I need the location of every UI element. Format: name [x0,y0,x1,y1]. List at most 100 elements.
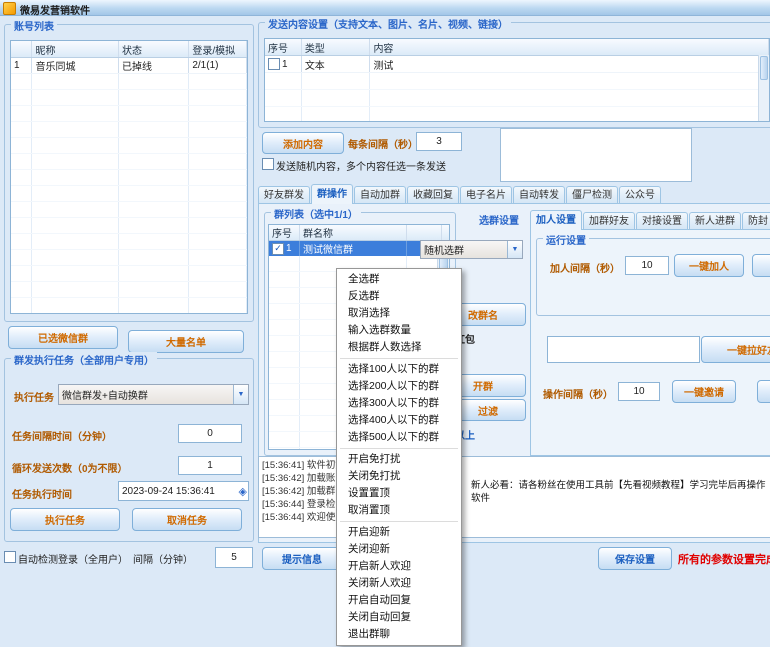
table-empty-cell [269,368,300,383]
menu-item[interactable]: 退出群聊 [338,626,460,643]
pull-friend-input[interactable] [547,336,700,363]
loop-count-input[interactable]: 1 [178,456,242,475]
group-seq-cell: 1 [269,241,300,256]
tab-main-1[interactable]: 群操作 [311,184,353,204]
table-empty-cell [32,202,119,217]
menu-item[interactable]: 输入选群数量 [338,322,460,339]
table-empty-row [11,202,247,218]
tab-main-4[interactable]: 电子名片 [460,186,512,204]
chevron-down-icon[interactable]: ▼ [507,241,522,258]
task-time-input[interactable]: 2023-09-24 15:36:41 ◈ [118,481,249,501]
table-empty-cell [32,282,119,297]
table-empty-cell [265,107,302,122]
menu-item[interactable]: 选择500人以下的群 [338,429,460,446]
scrollbar-thumb[interactable] [760,56,768,80]
cancel-task-button[interactable]: 取消任务 [132,508,242,531]
content-table[interactable]: 序号 类型 内容 1 文本 测试 [264,38,770,122]
datetime-spinner-icon[interactable]: ◈ [239,485,248,498]
op-interval-input[interactable]: 10 [618,382,660,401]
content-table-scrollbar[interactable] [758,55,769,121]
autodetect-interval-input[interactable]: 5 [215,547,253,568]
table-empty-cell [189,122,247,137]
menu-item[interactable]: 开启免打扰 [338,451,460,468]
save-settings-button[interactable]: 保存设置 [598,547,672,570]
content-seq: 1 [282,59,288,70]
chevron-down-icon[interactable]: ▼ [233,385,248,404]
menu-item[interactable]: 设置置顶 [338,485,460,502]
content-group-label: 发送内容设置（支持文本、图片、名片、视频、链接） [265,16,511,31]
account-table[interactable]: 昵称 状态 登录/模拟 1 音乐同城 已掉线 2/1(1) [10,40,248,314]
menu-item[interactable]: 全选群 [338,271,460,288]
op-interval-label: 操作间隔（秒） [543,386,613,401]
one-key-invite-button[interactable]: 一键邀请 [672,380,736,403]
group-row-checkbox[interactable] [272,243,284,255]
tab-main-2[interactable]: 自动加群 [354,186,406,204]
tab-main-3[interactable]: 收藏回复 [407,186,459,204]
col-status: 状态 [119,41,189,57]
tab-sub-0[interactable]: 加人设置 [530,210,582,230]
tip-info-button[interactable]: 提示信息 [262,547,342,570]
menu-item[interactable]: 关闭迎新 [338,541,460,558]
menu-item[interactable]: 取消选择 [338,305,460,322]
tab-main-5[interactable]: 自动转发 [513,186,565,204]
group-table-header: 序号 群名称 [269,225,449,241]
tab-sub-4[interactable]: 防封 [742,212,770,230]
one-key-add-button[interactable]: 一键加人 [674,254,744,277]
group-list-label: 群列表（选中1/1） [271,206,361,221]
col-nick: 昵称 [32,41,119,57]
random-content-checkbox[interactable] [262,158,274,170]
menu-item[interactable]: 关闭免打扰 [338,468,460,485]
menu-item[interactable]: 开启迎新 [338,524,460,541]
content-preview-box[interactable] [500,128,692,182]
log-box[interactable]: [15:36:41] 软件初始化完成[15:36:42] 加载账号成功[15:3… [258,456,770,538]
table-empty-cell [269,304,300,319]
table-empty-cell [189,154,247,169]
menu-item[interactable]: 开启自动回复 [338,592,460,609]
tab-sub-2[interactable]: 对接设置 [636,212,688,230]
content-row-checkbox[interactable] [268,58,280,70]
menu-item[interactable]: 选择200人以下的群 [338,378,460,395]
add-interval-input[interactable]: 10 [625,256,669,275]
stop-button[interactable]: 停止 [752,254,770,277]
menu-item[interactable]: 反选群 [338,288,460,305]
menu-item[interactable]: 选择100人以下的群 [338,361,460,378]
invite-button-2[interactable]: 邀请 [757,380,770,403]
menu-item[interactable]: 开启新人欢迎 [338,558,460,575]
table-empty-cell [189,218,247,233]
table-empty-row [11,186,247,202]
tab-sub-3[interactable]: 新人进群 [689,212,741,230]
table-empty-cell [189,266,247,281]
table-empty-cell [11,186,32,201]
autodetect-checkbox[interactable] [4,551,16,563]
account-table-header: 昵称 状态 登录/模拟 [11,41,247,58]
menu-item[interactable]: 选择300人以下的群 [338,395,460,412]
big-list-button[interactable]: 大量名单 [128,330,244,353]
menu-item[interactable]: 选择400人以下的群 [338,412,460,429]
menu-item[interactable]: 根据群人数选择 [338,339,460,356]
col-seq: 序号 [265,39,302,55]
content-row[interactable]: 1 文本 测试 [265,56,769,73]
add-content-button[interactable]: 添加内容 [262,132,344,154]
pull-friend-button[interactable]: 一键拉好友 [701,336,770,363]
task-interval-input[interactable]: 0 [178,424,242,443]
run-task-button[interactable]: 执行任务 [10,508,120,531]
tab-main-7[interactable]: 公众号 [619,186,661,204]
menu-item[interactable]: 关闭新人欢迎 [338,575,460,592]
account-row[interactable]: 1 音乐同城 已掉线 2/1(1) [11,58,247,74]
table-empty-cell [11,154,32,169]
tab-main-0[interactable]: 好友群发 [258,186,310,204]
table-empty-cell [370,73,769,89]
content-text: 测试 [370,56,769,72]
tab-main-6[interactable]: 僵尸检测 [566,186,618,204]
selected-groups-button[interactable]: 已选微信群 [8,326,118,349]
menu-item[interactable]: 取消置顶 [338,502,460,519]
table-empty-cell [32,186,119,201]
col-group-extra [407,225,442,240]
table-empty-cell [119,186,189,201]
menu-item[interactable]: 关闭自动回复 [338,609,460,626]
exec-task-select[interactable]: 微信群发+自动换群 ▼ [58,384,249,405]
tab-sub-1[interactable]: 加群好友 [583,212,635,230]
table-empty-cell [119,122,189,137]
group-setting-select[interactable]: 随机选群 ▼ [420,240,523,259]
per-item-interval-input[interactable]: 3 [416,132,462,151]
